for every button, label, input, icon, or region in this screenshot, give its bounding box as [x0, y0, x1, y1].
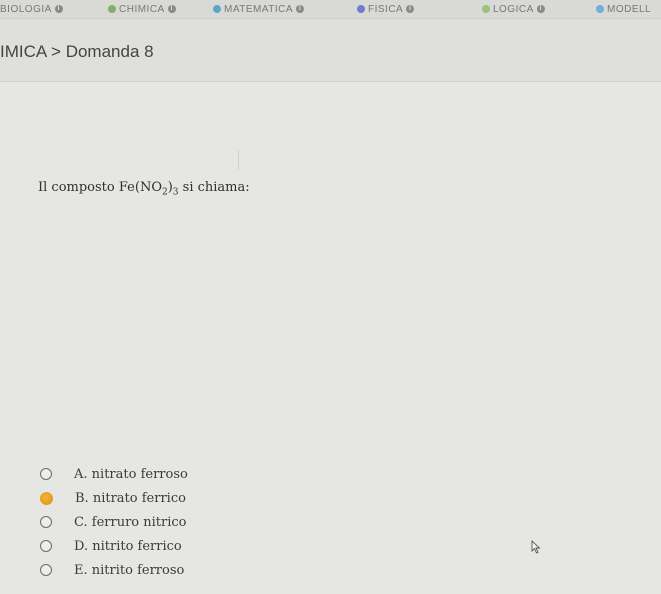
- radio-button[interactable]: [40, 540, 52, 552]
- tab-label: MATEMATICA: [224, 3, 294, 15]
- option-label: D. nitrito ferrico: [74, 538, 182, 554]
- tab-label: MODELL: [607, 3, 652, 15]
- option-label: C. ferruro nitrico: [74, 514, 187, 530]
- option-a[interactable]: A. nitrato ferroso: [40, 462, 188, 486]
- info-icon[interactable]: i: [54, 5, 63, 13]
- status-dot-icon: [596, 5, 604, 13]
- option-label: A. nitrato ferroso: [74, 466, 188, 482]
- breadcrumb-section[interactable]: IMICA: [0, 42, 46, 61]
- breadcrumb-separator: >: [51, 42, 61, 61]
- subject-tabbar: BIOLOGIA i CHIMICA i MATEMATICA i FISICA…: [0, 0, 661, 19]
- breadcrumb: IMICA > Domanda 8: [0, 42, 154, 62]
- tab-chimica[interactable]: CHIMICA i: [108, 2, 176, 16]
- mouse-cursor-icon: [531, 540, 541, 554]
- radio-button[interactable]: [40, 564, 52, 576]
- status-dot-icon: [357, 5, 365, 13]
- formula-base: Fe(NO: [118, 180, 162, 195]
- info-icon[interactable]: i: [296, 5, 305, 13]
- tab-label: BIOLOGIA: [0, 3, 52, 15]
- question-prefix: Il composto: [38, 180, 119, 195]
- info-icon[interactable]: i: [536, 5, 545, 13]
- status-dot-icon: [482, 5, 490, 13]
- question-suffix: si chiama:: [178, 180, 250, 195]
- status-dot-icon: [213, 5, 221, 13]
- option-d[interactable]: D. nitrito ferrico: [40, 534, 188, 558]
- tab-fisica[interactable]: FISICA i: [357, 2, 415, 16]
- answer-options: A. nitrato ferroso B. nitrato ferrico C.…: [40, 462, 188, 582]
- radio-button[interactable]: [40, 468, 52, 480]
- question-text: Il composto Fe(NO2)3 si chiama:: [38, 180, 250, 198]
- option-b[interactable]: B. nitrato ferrico: [40, 486, 188, 510]
- chemical-formula: Fe(NO2)3: [118, 180, 179, 198]
- tab-logica[interactable]: LOGICA i: [482, 2, 545, 16]
- tab-matematica[interactable]: MATEMATICA i: [213, 2, 305, 16]
- tab-label: CHIMICA: [119, 3, 165, 15]
- divider: [238, 150, 239, 170]
- option-e[interactable]: E. nitrito ferroso: [40, 558, 188, 582]
- radio-button[interactable]: [40, 516, 52, 528]
- option-label: E. nitrito ferroso: [74, 562, 185, 578]
- tab-biologia[interactable]: BIOLOGIA i: [0, 2, 63, 16]
- option-c[interactable]: C. ferruro nitrico: [40, 510, 188, 534]
- info-icon[interactable]: i: [167, 5, 176, 13]
- tab-label: LOGICA: [493, 3, 534, 15]
- tab-modell[interactable]: MODELL: [596, 2, 651, 16]
- option-label: B. nitrato ferrico: [75, 490, 186, 506]
- tab-label: FISICA: [368, 3, 404, 15]
- info-icon[interactable]: i: [406, 5, 415, 13]
- radio-button-selected[interactable]: [40, 491, 53, 505]
- status-dot-icon: [108, 5, 116, 13]
- breadcrumb-item: Domanda 8: [65, 42, 154, 61]
